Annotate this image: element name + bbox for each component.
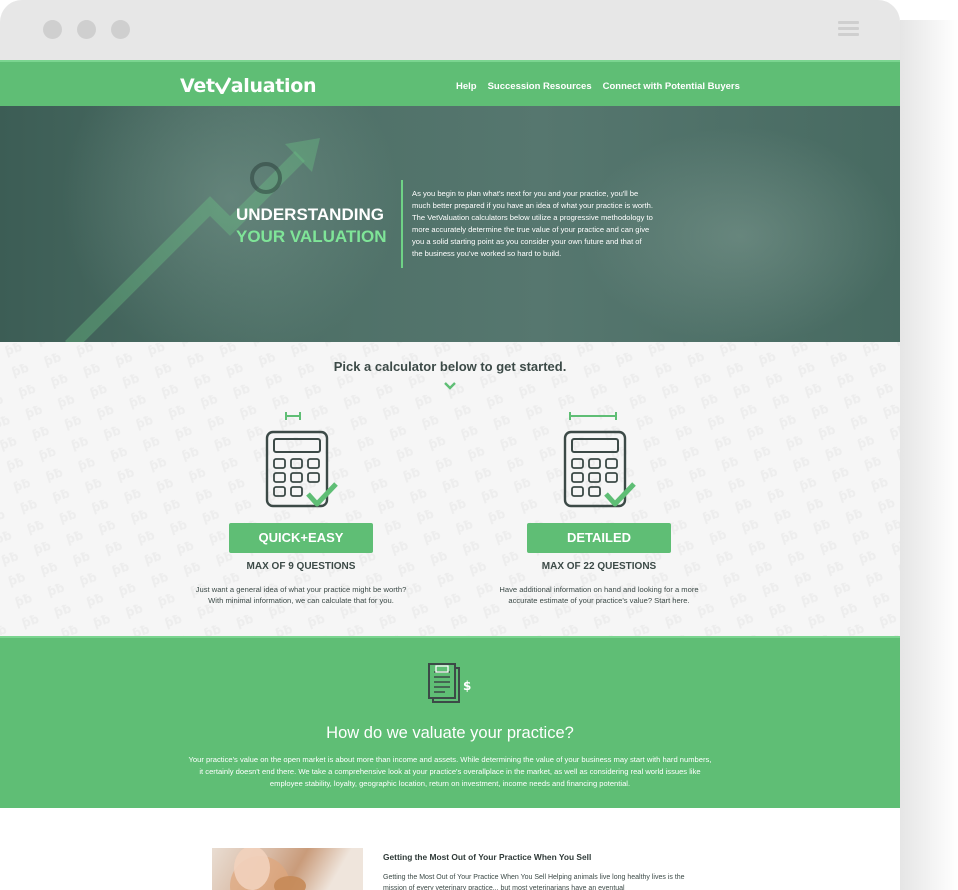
hero-banner: UNDERSTANDING YOUR VALUATION As you begi… xyxy=(0,106,900,342)
calculator-section: ƥƀ Pick a calculator below to get starte… xyxy=(0,342,900,636)
site-logo[interactable]: Vet aluation xyxy=(180,75,317,97)
calculator-section-title: Pick a calculator below to get started. xyxy=(333,359,567,374)
logo-text-vet: Vet xyxy=(180,75,215,97)
valuation-section: $ How do we valuate your practice? Your … xyxy=(0,636,900,808)
logo-check-v xyxy=(214,75,232,97)
logo-text-aluation: aluation xyxy=(230,75,317,97)
hero-title-line2: YOUR VALUATION xyxy=(236,227,387,246)
nav-links: Help Succession Resources Connect with P… xyxy=(456,81,740,92)
nav-link-succession-resources[interactable]: Succession Resources xyxy=(488,81,592,92)
chevron-down-icon xyxy=(444,382,456,390)
document-dollar-icon: $ xyxy=(428,663,471,703)
calculator-long-icon xyxy=(563,412,636,508)
detailed-desc-line1: Have additional information on hand and … xyxy=(499,585,699,594)
browser-window: Vet aluation Help Succession Resources Co… xyxy=(0,0,900,890)
valuation-description: Your practice's value on the open market… xyxy=(188,755,712,788)
quick-easy-desc-line2: With minimal information, we can calcula… xyxy=(208,596,394,605)
nav-link-connect-buyers[interactable]: Connect with Potential Buyers xyxy=(603,81,740,92)
site-navbar: Vet aluation Help Succession Resources Co… xyxy=(0,60,900,106)
browser-chrome xyxy=(0,0,900,60)
article-section: Getting the Most Out of Your Practice Wh… xyxy=(0,808,900,890)
quick-easy-desc-line1: Just want a general idea of what your pr… xyxy=(195,585,407,594)
valuation-title: How do we valuate your practice? xyxy=(326,724,574,742)
detailed-button[interactable]: DETAILED xyxy=(527,523,671,553)
woman-with-puppy-photo xyxy=(230,848,306,890)
svg-text:$: $ xyxy=(463,679,471,693)
article-image[interactable] xyxy=(212,848,363,890)
article-excerpt: Getting the Most Out of Your Practice Wh… xyxy=(383,874,685,890)
hero-divider xyxy=(401,180,403,268)
article-title[interactable]: Getting the Most Out of Your Practice Wh… xyxy=(383,852,591,862)
window-maximize-button[interactable] xyxy=(111,20,130,39)
nav-link-help[interactable]: Help xyxy=(456,81,477,92)
hero-title-line1: UNDERSTANDING xyxy=(236,205,384,224)
detailed-desc-line2: accurate estimate of your practice's val… xyxy=(508,596,690,605)
detailed-description: Have additional information on hand and … xyxy=(469,584,729,606)
quick-easy-description: Just want a general idea of what your pr… xyxy=(171,584,431,606)
quick-easy-subtitle: MAX OF 9 QUESTIONS xyxy=(246,561,356,572)
window-close-button[interactable] xyxy=(43,20,62,39)
hero-description: As you begin to plan what's next for you… xyxy=(412,189,654,258)
window-shadow xyxy=(900,20,958,890)
hamburger-icon[interactable] xyxy=(838,21,859,37)
detailed-subtitle: MAX OF 22 QUESTIONS xyxy=(541,561,657,572)
window-minimize-button[interactable] xyxy=(77,20,96,39)
quick-easy-button[interactable]: QUICK+EASY xyxy=(229,523,373,553)
calculator-short-icon xyxy=(265,412,338,508)
hero-title: UNDERSTANDING YOUR VALUATION xyxy=(236,204,386,248)
